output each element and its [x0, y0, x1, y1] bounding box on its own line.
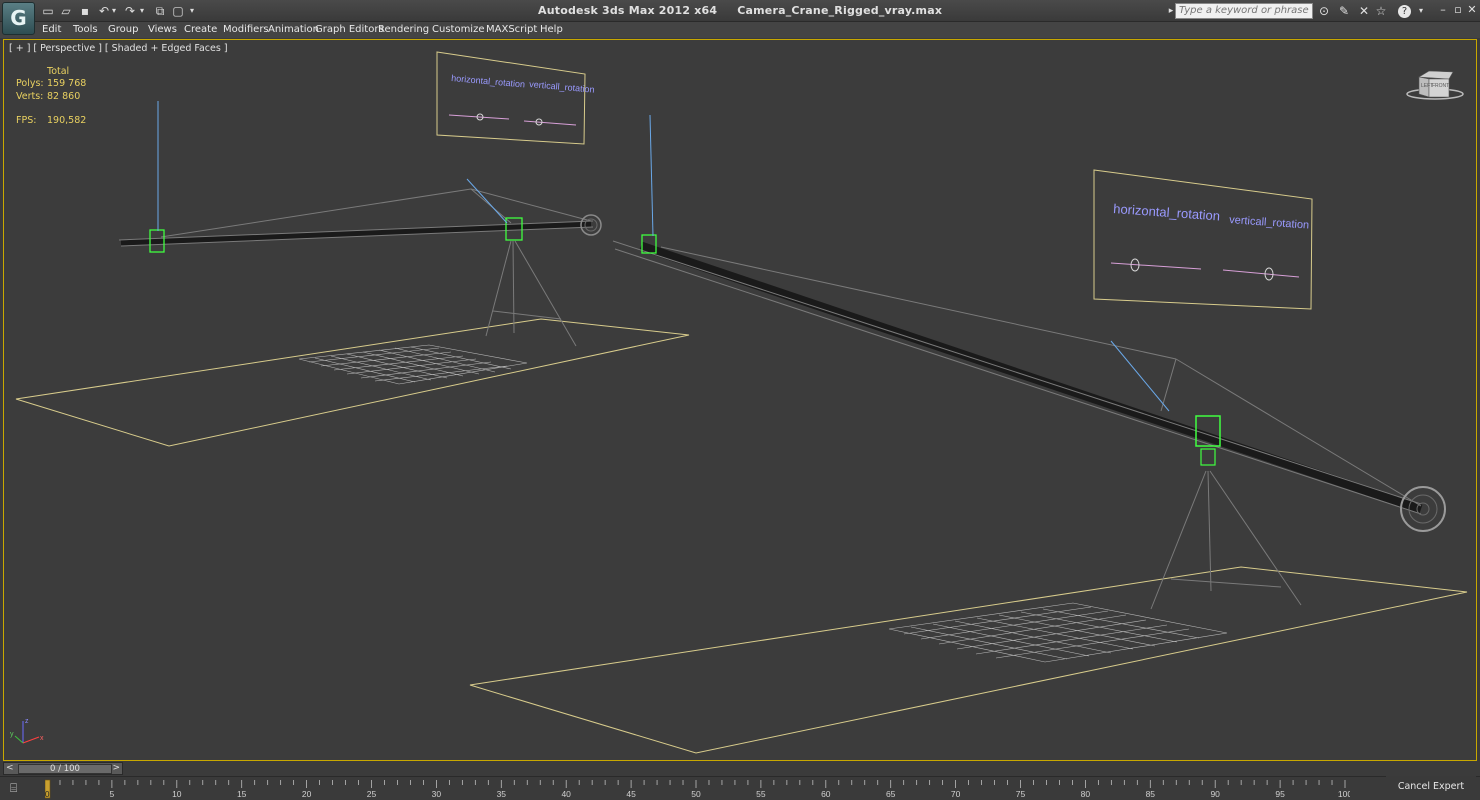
new-file-icon[interactable]: ▭	[40, 3, 56, 19]
ruler-tick-label: 15	[237, 789, 247, 799]
app-name: Autodesk 3ds Max 2012 x64	[538, 4, 718, 17]
time-slider[interactable]: 0 / 100	[18, 764, 112, 774]
right-camera-crane[interactable]	[612, 114, 1446, 610]
axis-x-label: x	[40, 735, 44, 742]
ruler-tick-label: 80	[1081, 789, 1091, 799]
menu-customize[interactable]: Customize	[432, 24, 485, 35]
ruler-tick-label: 65	[886, 789, 896, 799]
stats-polys-value: 159 768	[47, 78, 87, 89]
axis-y-label: y	[10, 731, 14, 738]
ruler-tick-label: 5	[110, 789, 115, 799]
menu-bar: Edit Tools Group Views Create Modifiers …	[0, 22, 1480, 38]
project-folder-icon[interactable]: ▢	[170, 3, 186, 19]
ruler-tick-label: 85	[1146, 789, 1156, 799]
close-icon[interactable]: ✕	[1465, 2, 1479, 18]
menu-animation[interactable]: Animation	[268, 24, 319, 35]
menu-edit[interactable]: Edit	[42, 24, 61, 35]
stats-verts-value: 82 860	[47, 91, 81, 102]
title-bar: ▭ ▱ ▪ ↶ ▾ ↷ ▾ ⧉ ▢ ▾ Autodesk 3ds Max 201…	[0, 0, 1480, 22]
tools-icon[interactable]: ✎	[1336, 3, 1352, 19]
ruler-tick-label: 25	[367, 789, 377, 799]
ruler-tick-label: 75	[1016, 789, 1026, 799]
cancel-expert-mode-button[interactable]: Cancel Expert Mode	[1386, 776, 1476, 798]
redo-icon[interactable]: ↷	[122, 3, 138, 19]
menu-create[interactable]: Create	[184, 24, 217, 35]
menu-help[interactable]: Help	[540, 24, 563, 35]
axis-z-label: z	[25, 718, 29, 725]
viewcube-front-label: FRONT	[1432, 83, 1449, 89]
left-ground-plane[interactable]	[15, 318, 690, 447]
left-control-panel[interactable]: horizontal_rotation verticall_rotation	[436, 51, 595, 145]
viewport-label[interactable]: [ + ] [ Perspective ] [ Shaded + Edged F…	[9, 43, 228, 54]
timeline-ruler[interactable]: 5 10 15 20 25 30 35 40 45 50 55 60 65 70 75 80 85 90 95 100…	[45, 777, 1350, 800]
ruler-tick-label: 95	[1275, 789, 1285, 799]
ruler-tick-label: 55	[756, 789, 766, 799]
stats-verts-label: Verts:	[16, 91, 44, 102]
help-icon[interactable]: ?	[1398, 5, 1411, 18]
scene-canvas: horizontal_rotation verticall_rotation h…	[10, 51, 1468, 754]
search-input[interactable]: Type a keyword or phrase	[1175, 3, 1313, 19]
time-slider-bar: < 0 / 100 >	[3, 762, 123, 775]
hold-icon[interactable]: ⧉	[152, 3, 168, 19]
menu-graph-editors[interactable]: Graph Editors	[315, 24, 384, 35]
stats-fps-label: FPS:	[16, 115, 37, 126]
app-logo-icon[interactable]: G	[2, 2, 35, 35]
menu-modifiers[interactable]: Modifiers	[223, 24, 269, 35]
communication-icon[interactable]: ✕	[1356, 3, 1372, 19]
menu-tools[interactable]: Tools	[73, 24, 98, 35]
favorites-star-icon[interactable]: ☆	[1373, 3, 1389, 19]
perspective-viewport[interactable]: horizontal_rotation verticall_rotation h…	[3, 39, 1477, 761]
ruler-tick-label: 50	[691, 789, 701, 799]
menu-group[interactable]: Group	[108, 24, 138, 35]
open-file-icon[interactable]: ▱	[58, 3, 74, 19]
binoculars-icon[interactable]: ⊙	[1316, 3, 1332, 19]
previous-frame-button[interactable]: <	[6, 763, 14, 773]
right-ground-plane[interactable]	[469, 566, 1468, 754]
stats-polys-label: Polys:	[16, 78, 44, 89]
ruler-tick-label: 20	[302, 789, 312, 799]
right-control-panel[interactable]: horizontal_rotation verticall_rotation	[1093, 169, 1313, 310]
window-title: Autodesk 3ds Max 2012 x64 Camera_Crane_Ri…	[538, 4, 962, 17]
track-bar[interactable]: ⌸ 5 10 15 20 25 30 35 40 45 50 55 60 65 70 75 80 85 90 95 1…	[0, 776, 1480, 800]
viewcube-icon[interactable]: LEFT FRONT	[1406, 70, 1464, 100]
ruler-tick-label: 60	[821, 789, 831, 799]
mini-curve-editor-icon[interactable]: ⌸	[10, 781, 26, 795]
file-name: Camera_Crane_Rigged_vray.max	[737, 4, 943, 17]
redo-dropdown-icon[interactable]: ▾	[138, 3, 146, 19]
ruler-tick-label: 35	[497, 789, 507, 799]
ruler-tick-label: 100	[1338, 789, 1350, 799]
ruler-ticks: 5 10 15 20 25 30 35 40 45 50 55 60 65 70 75 80 85 90 95 100	[46, 780, 1350, 799]
stats-fps-value: 190,582	[47, 115, 87, 126]
ruler-tick-label: 70	[951, 789, 961, 799]
save-icon[interactable]: ▪	[77, 3, 93, 19]
menu-views[interactable]: Views	[148, 24, 177, 35]
ruler-tick-label: 90	[1210, 789, 1220, 799]
help-dropdown-icon[interactable]: ▾	[1413, 3, 1429, 19]
quick-access-dropdown-icon[interactable]: ▾	[187, 3, 197, 19]
ruler-tick-label: 45	[626, 789, 636, 799]
ruler-tick-label: 40	[561, 789, 571, 799]
ruler-tick-label: 30	[432, 789, 442, 799]
minimize-icon[interactable]: –	[1436, 2, 1450, 18]
start-frame-label: 0	[45, 790, 50, 799]
menu-maxscript[interactable]: MAXScript	[486, 24, 537, 35]
next-frame-button[interactable]: >	[112, 763, 120, 773]
restore-icon[interactable]: ▫	[1451, 2, 1465, 18]
ruler-tick-label: 10	[172, 789, 182, 799]
axis-tripod-icon: z x y	[10, 718, 44, 744]
stats-total-label: Total	[47, 66, 70, 77]
undo-dropdown-icon[interactable]: ▾	[110, 3, 118, 19]
menu-rendering[interactable]: Rendering	[378, 24, 429, 35]
